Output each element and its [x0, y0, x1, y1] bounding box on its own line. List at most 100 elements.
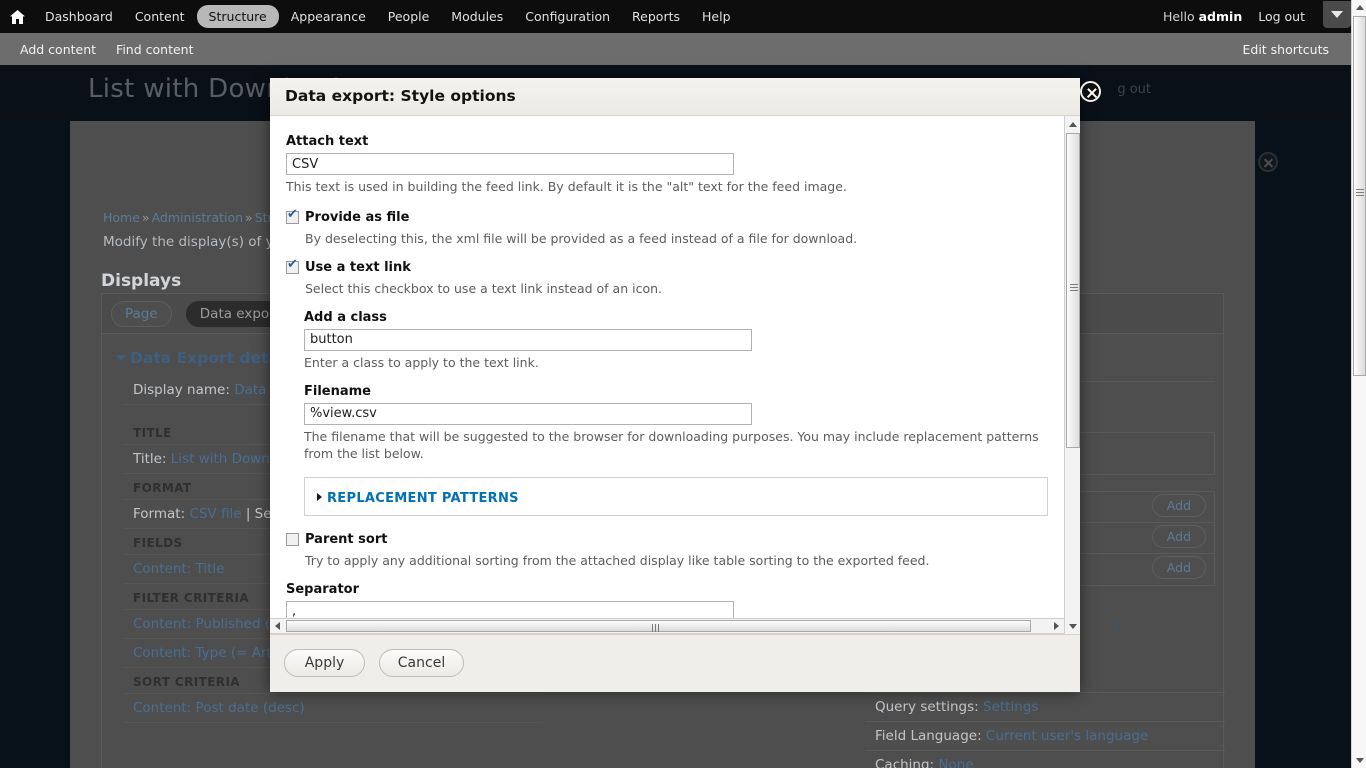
breadcrumb-item-administration[interactable]: Administration [152, 210, 243, 225]
browser-scroll-thumb[interactable] [1353, 16, 1366, 376]
scroll-up-icon[interactable] [1352, 0, 1366, 15]
parent-sort-label[interactable]: Parent sort [305, 532, 387, 547]
attach-text-input[interactable] [286, 153, 734, 175]
style-options-modal: Data export: Style options Attach text T… [270, 78, 1101, 692]
scroll-grip-icon [652, 624, 661, 632]
toolbar-item-appearance[interactable]: Appearance [281, 4, 376, 29]
breadcrumb-item-home[interactable]: Home [103, 210, 140, 225]
provide-as-file-description: By deselecting this, the xml file will b… [305, 230, 858, 246]
toolbar-user-area: Hello admin Log out [1155, 0, 1351, 33]
use-text-link-row: Use a text link [286, 258, 1042, 275]
scroll-down-icon[interactable] [1352, 753, 1366, 768]
toolbar-item-structure[interactable]: Structure [196, 5, 279, 28]
row-field-language-label: Field Language: [875, 728, 982, 744]
row-field-language-value[interactable]: Current user's language [986, 728, 1148, 744]
replacement-patterns-legend[interactable]: REPLACEMENT PATTERNS [317, 491, 519, 506]
logout-link[interactable]: Log out [1250, 9, 1313, 24]
browser-scrollbar[interactable] [1351, 0, 1366, 768]
scroll-grip-icon [1356, 189, 1364, 196]
home-icon[interactable] [0, 0, 34, 33]
toolbar-item-help[interactable]: Help [692, 4, 741, 29]
toolbar-toggle-button[interactable] [1323, 1, 1351, 28]
displays-heading: Displays [101, 271, 182, 291]
scroll-down-icon[interactable] [1065, 618, 1081, 634]
filename-input[interactable] [304, 402, 752, 425]
toolbar-item-configuration[interactable]: Configuration [515, 4, 620, 29]
toolbar-item-content[interactable]: Content [125, 4, 195, 29]
scroll-right-icon[interactable] [1049, 619, 1064, 633]
toolbar-item-reports[interactable]: Reports [622, 4, 690, 29]
edit-shortcuts-link[interactable]: Edit shortcuts [1232, 42, 1339, 57]
banner-note-text: g out [1117, 82, 1151, 97]
shortcut-bar: Add content Find content Edit shortcuts [0, 33, 1351, 65]
triangle-right-icon [317, 493, 322, 501]
page-lead-text: Modify the display(s) of yo [103, 234, 282, 250]
apply-button[interactable]: Apply [284, 649, 365, 677]
admin-toolbar: Dashboard Content Structure Appearance P… [0, 0, 1351, 33]
row-field-language: Field Language: Current user's language [865, 722, 1225, 751]
row-format-label: Format: [133, 506, 186, 522]
row-caching-value[interactable]: None [938, 757, 973, 768]
use-text-link-checkbox[interactable] [286, 258, 299, 274]
scroll-grip-icon [1070, 284, 1078, 291]
toolbar-item-modules[interactable]: Modules [441, 4, 513, 29]
add-a-class-group: Add a class Enter a class to apply to th… [304, 310, 1042, 372]
provide-as-file-checkbox[interactable] [286, 208, 299, 224]
provide-as-file-row: Provide as file [286, 208, 1042, 225]
filename-description: The filename that will be suggested to t… [304, 428, 1039, 461]
modal-vertical-scrollbar[interactable] [1064, 116, 1080, 634]
add-button-1[interactable]: Add [1151, 494, 1206, 517]
separator-group: Separator This is the separator that is … [286, 581, 1042, 620]
attach-text-label: Attach text [286, 134, 369, 149]
toolbar-item-people[interactable]: People [378, 4, 440, 29]
row-format-value[interactable]: CSV file [189, 506, 241, 522]
filename-label: Filename [304, 383, 371, 399]
add-button-2[interactable]: Add [1151, 525, 1206, 548]
user-name: admin [1198, 9, 1243, 24]
screen: Dashboard Content Structure Appearance P… [0, 0, 1366, 768]
user-greeting: Hello admin [1155, 9, 1250, 24]
row-field-title-value[interactable]: Content: Title [133, 561, 224, 577]
row-query-settings-value[interactable]: Settings [983, 699, 1038, 715]
background-close-icon[interactable] [1258, 152, 1278, 172]
provide-as-file-label[interactable]: Provide as file [305, 210, 409, 225]
parent-sort-checkbox[interactable] [286, 532, 299, 546]
breadcrumb-separator-2: » [245, 210, 253, 225]
add-button-3[interactable]: Add [1151, 556, 1206, 579]
attach-text-description: This text is used in building the feed l… [286, 179, 847, 194]
shortcut-add-content[interactable]: Add content [10, 42, 106, 57]
close-icon[interactable] [1080, 81, 1101, 102]
shortcut-find-content[interactable]: Find content [106, 42, 203, 57]
scroll-up-icon[interactable] [1065, 116, 1081, 132]
replacement-patterns-fieldset[interactable]: REPLACEMENT PATTERNS [304, 476, 1048, 516]
horizontal-scroll-thumb[interactable] [286, 620, 1031, 632]
modal-header: Data export: Style options [270, 78, 1101, 116]
scroll-left-icon[interactable] [270, 619, 285, 633]
row-query-settings-label: Query settings: [875, 699, 979, 715]
add-a-class-input[interactable] [304, 328, 752, 351]
modal-title: Data export: Style options [285, 87, 516, 105]
row-sort-post-date-value[interactable]: Content: Post date (desc) [133, 700, 305, 716]
row-caching: Caching: None [865, 751, 1225, 768]
tab-page[interactable]: Page [111, 301, 172, 327]
modal-footer: Apply Cancel [270, 634, 1080, 692]
add-a-class-label: Add a class [304, 309, 387, 325]
vertical-scroll-thumb[interactable] [1066, 133, 1080, 448]
use-text-link-description: Select this checkbox to use a text link … [305, 280, 662, 296]
cancel-button[interactable]: Cancel [379, 649, 464, 677]
chevron-down-icon [1331, 11, 1343, 18]
greeting-prefix: Hello [1162, 9, 1199, 24]
display-name-label: Display name: [133, 382, 230, 398]
replacement-patterns-label: REPLACEMENT PATTERNS [327, 490, 519, 506]
stray-link-fragment[interactable]: s [1112, 618, 1119, 633]
row-caching-label: Caching: [875, 757, 935, 768]
parent-sort-description: Try to apply any additional sorting from… [305, 552, 930, 568]
separator-label: Separator [286, 581, 359, 597]
modal-horizontal-scrollbar[interactable] [270, 618, 1064, 633]
parent-sort-row: Parent sort [286, 532, 1042, 547]
style-options-form: Attach text This text is used in buildin… [270, 116, 1060, 620]
toolbar-item-dashboard[interactable]: Dashboard [35, 4, 123, 29]
use-text-link-label[interactable]: Use a text link [305, 260, 411, 275]
row-sort-post-date: Content: Post date (desc) [123, 694, 543, 723]
add-a-class-description: Enter a class to apply to the text link. [304, 354, 539, 370]
